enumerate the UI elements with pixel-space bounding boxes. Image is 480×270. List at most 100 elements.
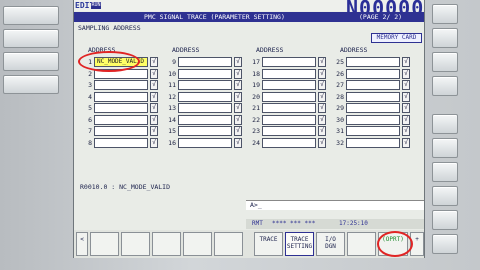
- address-check-box[interactable]: √: [234, 57, 242, 67]
- sampling-address-label: SAMPLING ADDRESS: [78, 24, 141, 32]
- address-check-box[interactable]: √: [234, 68, 242, 79]
- address-field[interactable]: [262, 91, 316, 102]
- address-field[interactable]: [178, 80, 232, 90]
- address-field[interactable]: [346, 80, 400, 90]
- address-row-number: 6: [88, 115, 92, 124]
- address-check-box[interactable]: √: [402, 103, 410, 113]
- softkey-prev[interactable]: <: [76, 232, 88, 256]
- left-hardkey-1[interactable]: [3, 6, 59, 25]
- softkey-io-dgn[interactable]: I/O DGN: [316, 232, 345, 256]
- address-field[interactable]: [178, 57, 232, 67]
- left-hardkey-2[interactable]: [3, 29, 59, 48]
- address-field[interactable]: [94, 80, 148, 90]
- address-check-box[interactable]: √: [402, 68, 410, 79]
- address-field[interactable]: [178, 114, 232, 125]
- address-check-box[interactable]: √: [234, 91, 242, 102]
- address-field[interactable]: [178, 91, 232, 102]
- address-field[interactable]: [178, 103, 232, 113]
- address-check-box[interactable]: √: [318, 57, 326, 67]
- address-field[interactable]: [346, 103, 400, 113]
- address-check-box[interactable]: √: [402, 80, 410, 90]
- address-check-box[interactable]: √: [150, 91, 158, 102]
- address-check-box[interactable]: √: [318, 114, 326, 125]
- address-row-number: 20: [252, 92, 260, 101]
- address-field[interactable]: [262, 57, 316, 67]
- right-hardkey-8[interactable]: [432, 186, 458, 206]
- address-field[interactable]: [346, 91, 400, 102]
- right-hardkey-3[interactable]: [432, 52, 458, 72]
- address-check-box[interactable]: √: [150, 68, 158, 79]
- address-check-box[interactable]: √: [234, 137, 242, 148]
- address-row-number: 10: [168, 69, 176, 78]
- address-check-box[interactable]: √: [150, 114, 158, 125]
- address-field[interactable]: [178, 126, 232, 136]
- right-hardkey-2[interactable]: [432, 28, 458, 48]
- address-check-box[interactable]: √: [150, 126, 158, 136]
- address-field[interactable]: [94, 103, 148, 113]
- address-field[interactable]: [178, 137, 232, 148]
- address-row-number: 5: [88, 104, 92, 112]
- address-field[interactable]: [94, 126, 148, 136]
- address-check-box[interactable]: √: [150, 57, 158, 67]
- address-field[interactable]: [262, 80, 316, 90]
- address-check-box[interactable]: √: [234, 80, 242, 90]
- top-status-bar: EDIT RUN N00000: [74, 0, 424, 20]
- address-check-box[interactable]: √: [234, 126, 242, 136]
- right-hardkey-1[interactable]: [432, 4, 458, 24]
- address-check-box[interactable]: √: [318, 126, 326, 136]
- left-hardkey-4[interactable]: [3, 75, 59, 94]
- softkey-blank-1[interactable]: [90, 232, 119, 256]
- address-check-box[interactable]: √: [318, 68, 326, 79]
- address-check-box[interactable]: √: [234, 114, 242, 125]
- softkey-trace[interactable]: TRACE: [254, 232, 283, 256]
- address-check-box[interactable]: √: [234, 103, 242, 113]
- key-input-line[interactable]: A>_: [246, 200, 424, 210]
- address-field[interactable]: [346, 114, 400, 125]
- right-hardkey-4[interactable]: [432, 76, 458, 96]
- right-hardkey-6[interactable]: [432, 138, 458, 158]
- address-check-box[interactable]: √: [150, 103, 158, 113]
- address-field[interactable]: [346, 137, 400, 148]
- address-check-box[interactable]: √: [150, 137, 158, 148]
- cnc-screen: EDIT RUN N00000 PMC SIGNAL TRACE (PARAME…: [73, 0, 425, 258]
- address-field[interactable]: [346, 126, 400, 136]
- address-check-box[interactable]: √: [150, 80, 158, 90]
- softkey-trace-setting[interactable]: TRACE SETTING: [285, 232, 314, 256]
- softkey-blank-6[interactable]: [347, 232, 376, 256]
- address-field[interactable]: [262, 137, 316, 148]
- right-hardkey-5[interactable]: [432, 114, 458, 134]
- address-check-box[interactable]: √: [318, 80, 326, 90]
- address-field[interactable]: [262, 114, 316, 125]
- address-row-number: 15: [168, 127, 176, 135]
- address-check-box[interactable]: √: [318, 103, 326, 113]
- address-field[interactable]: [94, 114, 148, 125]
- address-field[interactable]: [178, 68, 232, 79]
- left-hardkey-3[interactable]: [3, 52, 59, 71]
- address-field[interactable]: [262, 68, 316, 79]
- address-check-box[interactable]: √: [402, 91, 410, 102]
- right-hardkey-10[interactable]: [432, 234, 458, 254]
- address-field[interactable]: [346, 57, 400, 67]
- softkey-blank-5[interactable]: [214, 232, 243, 256]
- address-check-box[interactable]: √: [402, 57, 410, 67]
- softkey-blank-3[interactable]: [152, 232, 181, 256]
- address-check-box[interactable]: √: [318, 91, 326, 102]
- address-row-number: 30: [336, 115, 344, 124]
- address-check-box[interactable]: √: [402, 114, 410, 125]
- softkey-blank-4[interactable]: [183, 232, 212, 256]
- address-row-number: 21: [252, 104, 260, 112]
- address-field[interactable]: [262, 103, 316, 113]
- address-field[interactable]: [94, 137, 148, 148]
- right-hardkey-9[interactable]: [432, 210, 458, 230]
- softkey-blank-2[interactable]: [121, 232, 150, 256]
- memory-card-button[interactable]: MEMORY CARD: [371, 33, 422, 43]
- address-check-box[interactable]: √: [402, 137, 410, 148]
- address-field[interactable]: [94, 91, 148, 102]
- status-stars: **** *** ***: [272, 220, 316, 227]
- right-hardkey-7[interactable]: [432, 162, 458, 182]
- address-check-box[interactable]: √: [402, 126, 410, 136]
- address-field[interactable]: [346, 68, 400, 79]
- address-row-number: 12: [168, 92, 176, 101]
- address-field[interactable]: [262, 126, 316, 136]
- address-check-box[interactable]: √: [318, 137, 326, 148]
